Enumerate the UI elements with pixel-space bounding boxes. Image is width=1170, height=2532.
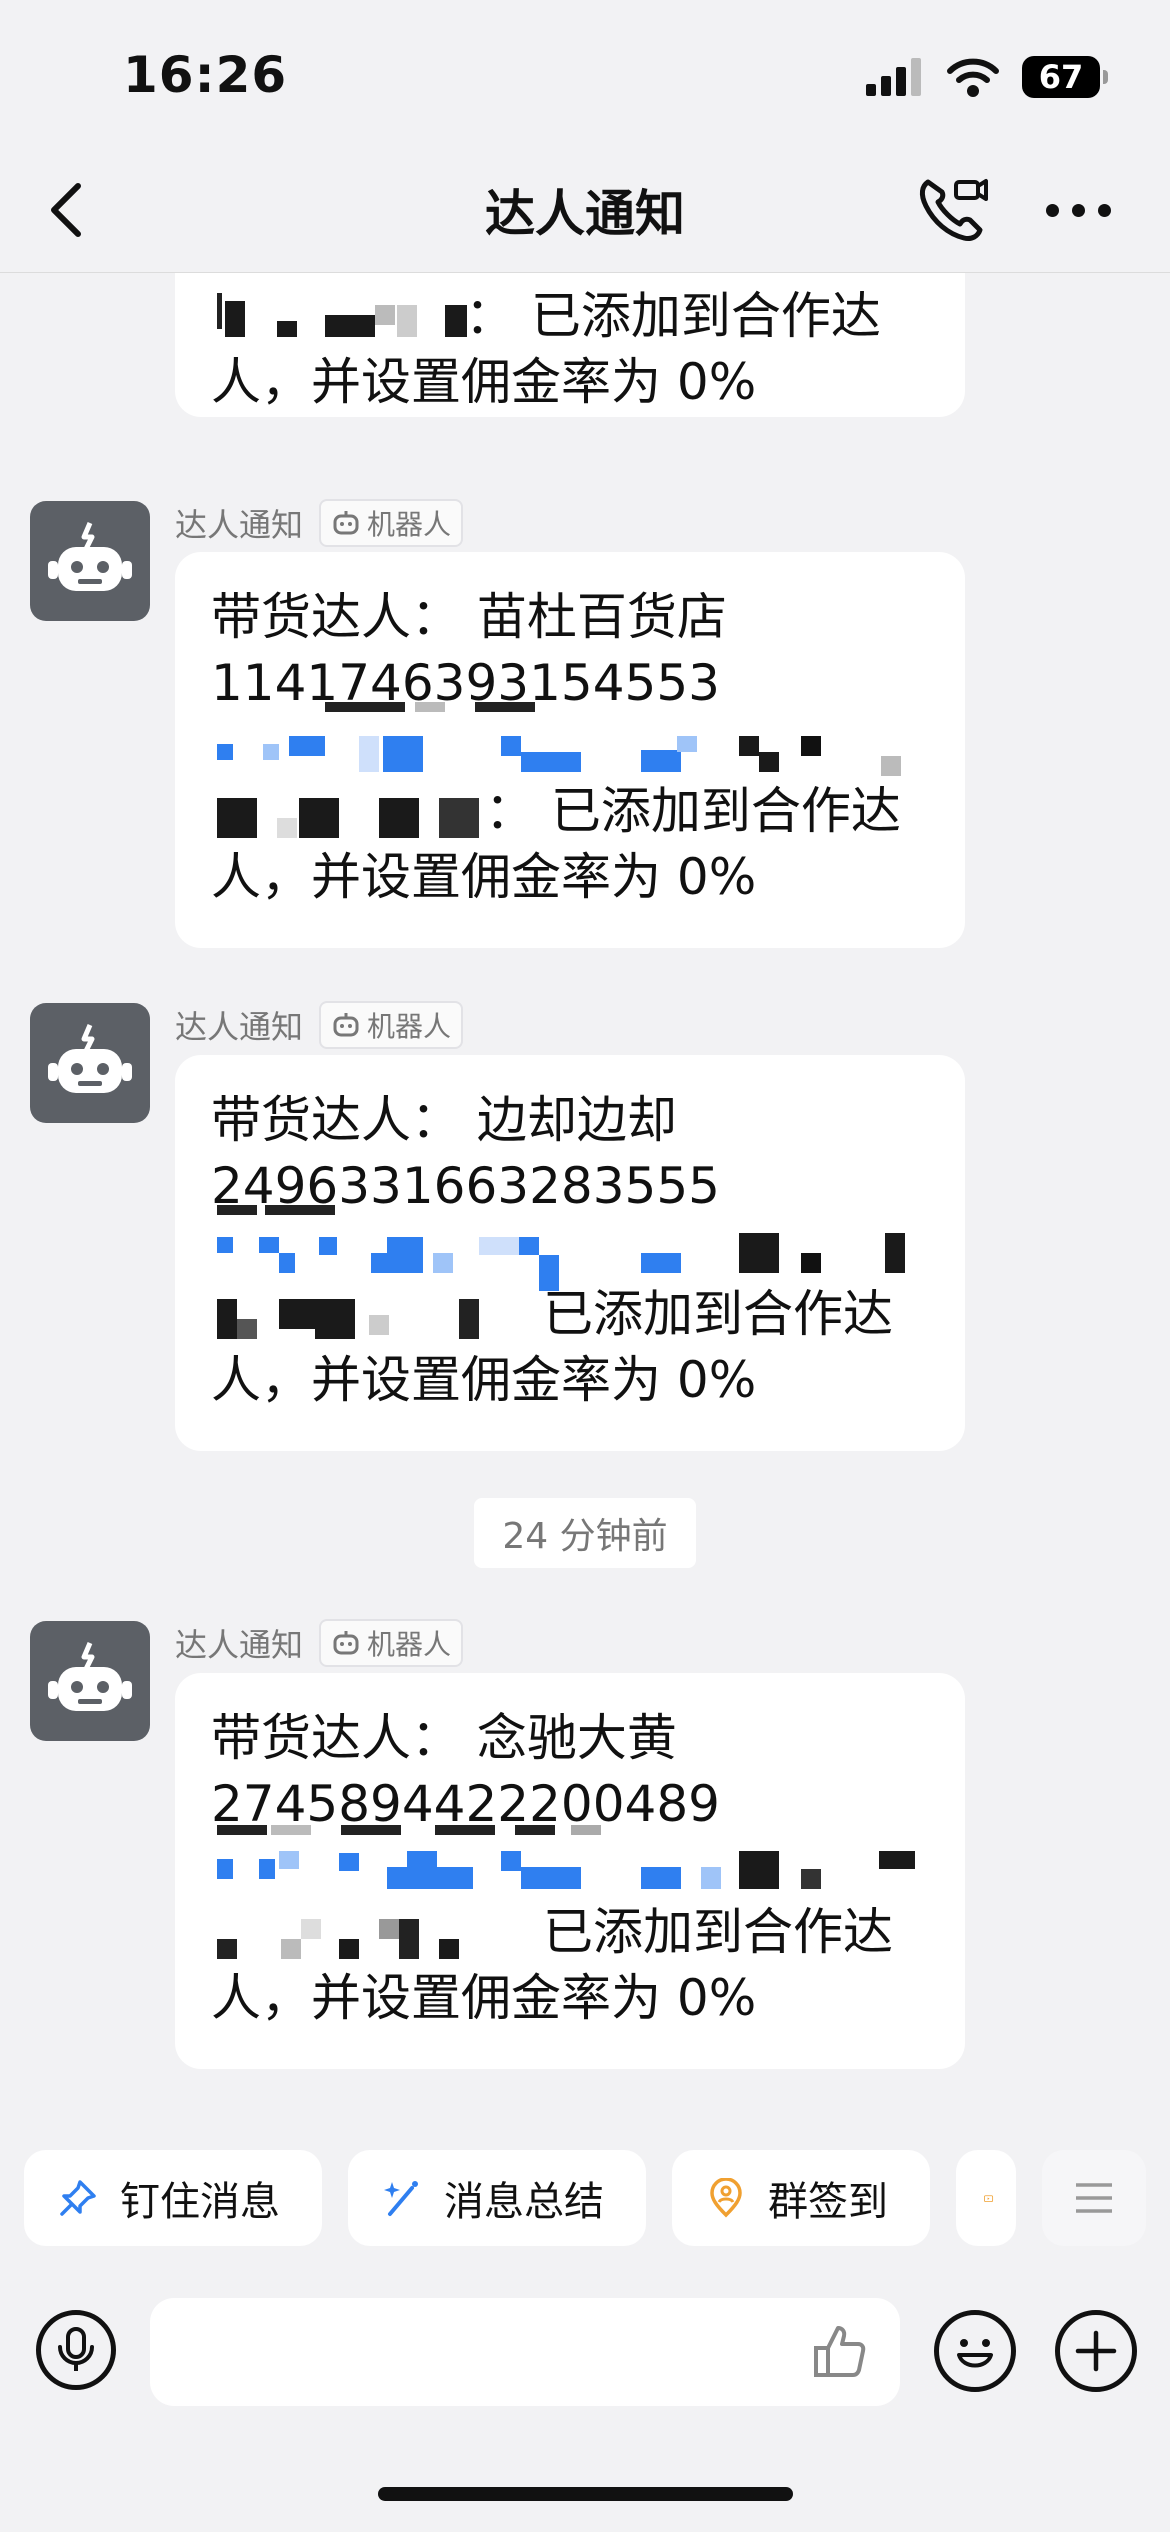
message-text: 人，并设置佣金率为 0% <box>211 1969 757 2027</box>
robot-icon <box>48 522 132 591</box>
sender-row: 达人通知 机器人 <box>175 1619 464 1667</box>
message-input[interactable] <box>150 2298 900 2406</box>
time-divider: 24 分钟前 <box>474 1498 696 1568</box>
battery-indicator: 67 <box>1022 56 1108 98</box>
message-text: 带货达人： 苗杜百货店 <box>211 588 727 646</box>
more-options-button[interactable] <box>1036 170 1120 250</box>
menu-button[interactable] <box>1042 2150 1146 2246</box>
dot-icon <box>1071 203 1085 217</box>
bot-avatar[interactable] <box>30 1621 150 1741</box>
sender-name: 达人通知 <box>175 1008 304 1046</box>
bot-avatar[interactable] <box>30 1003 150 1123</box>
message-text: 1141746393154553 <box>211 654 720 712</box>
emoji-button[interactable] <box>934 2310 1016 2392</box>
dot-icon <box>1097 203 1111 217</box>
sender-name: 达人通知 <box>175 1626 304 1664</box>
dot-icon <box>1045 203 1059 217</box>
page-title: 达人通知 <box>485 185 685 243</box>
message-bubble[interactable]: 带货达人： 念驰大黄 2745894422200489 已添加到合作达 人，并设… <box>175 1673 965 2069</box>
bot-badge: 机器人 <box>319 499 464 547</box>
message-text: 已添加到合作达 <box>543 1903 893 1961</box>
pin-message-button[interactable]: 钉住消息 <box>24 2150 322 2246</box>
bot-badge-label: 机器人 <box>367 1628 452 1661</box>
message-text: 人，并设置佣金率为 0% <box>211 353 757 411</box>
chat-message-list[interactable]: ： 已添加到合作达 人，并设置佣金率为 0% 达人通知 机器人 带货达人： 苗杜… <box>0 273 1170 2143</box>
smiley-icon <box>957 2339 993 2368</box>
add-attachment-button[interactable] <box>1055 2310 1137 2392</box>
sender-row: 达人通知 机器人 <box>175 499 464 547</box>
pin-icon <box>60 2180 96 2216</box>
message-text: 已添加到合作达 <box>543 1285 893 1343</box>
robot-badge-icon <box>333 1013 359 1037</box>
chip-label: 消息总结 <box>444 2179 604 2225</box>
chip-label: 群签到 <box>768 2179 888 2225</box>
message-text: ： 已添加到合作达 <box>465 287 881 345</box>
bot-badge: 机器人 <box>319 1619 464 1667</box>
thumbs-up-icon[interactable] <box>810 2322 870 2382</box>
voice-input-button[interactable] <box>36 2310 116 2390</box>
quick-actions-bar: 钉住消息 消息总结 群签到 <box>0 2150 1170 2250</box>
tv-icon <box>984 2195 994 2203</box>
robot-icon <box>48 1642 132 1711</box>
robot-badge-icon <box>333 511 359 535</box>
status-time: 16:26 <box>123 46 288 104</box>
sender-row: 达人通知 机器人 <box>175 1001 464 1049</box>
phone-video-icon <box>919 179 988 241</box>
bot-badge-label: 机器人 <box>367 508 452 541</box>
group-checkin-button[interactable]: 群签到 <box>672 2150 930 2246</box>
call-button[interactable] <box>912 168 992 248</box>
status-icons: 67 <box>866 52 1108 102</box>
nav-bar: 达人通知 <box>0 140 1170 273</box>
wifi-icon <box>947 58 999 97</box>
chip-label: 钉住消息 <box>120 2179 280 2225</box>
home-indicator[interactable] <box>378 2487 793 2501</box>
message-bubble-partial[interactable]: ： 已添加到合作达 人，并设置佣金率为 0% <box>175 273 965 417</box>
plus-icon <box>1075 2330 1117 2372</box>
message-text: 带货达人： 边却边却 <box>211 1091 677 1149</box>
robot-icon <box>48 1024 132 1093</box>
more-quick-action-button[interactable] <box>956 2150 1016 2246</box>
bot-avatar[interactable] <box>30 501 150 621</box>
message-text: 人，并设置佣金率为 0% <box>211 1351 757 1409</box>
message-text: 带货达人： 念驰大黄 <box>211 1709 677 1767</box>
message-text: 人，并设置佣金率为 0% <box>211 848 757 906</box>
microphone-icon <box>58 2327 94 2371</box>
signal-icon <box>866 58 921 96</box>
menu-lines-icon <box>1076 2183 1112 2213</box>
magic-wand-icon <box>384 2181 418 2216</box>
bot-badge-label: 机器人 <box>367 1010 452 1043</box>
message-bubble[interactable]: 带货达人： 边却边却 2496331663283555 已添加到合作达 人，并设… <box>175 1055 965 1451</box>
robot-badge-icon <box>333 1631 359 1655</box>
location-checkin-icon <box>710 2178 742 2218</box>
summarize-messages-button[interactable]: 消息总结 <box>348 2150 646 2246</box>
bot-badge: 机器人 <box>319 1001 464 1049</box>
sender-name: 达人通知 <box>175 506 304 544</box>
input-bar <box>0 2290 1170 2420</box>
status-bar: 16:26 67 <box>0 0 1170 140</box>
message-text: ： 已添加到合作达 <box>485 782 901 840</box>
message-bubble[interactable]: 带货达人： 苗杜百货店 1141746393154553 ： 已添加到合作达 人… <box>175 552 965 948</box>
